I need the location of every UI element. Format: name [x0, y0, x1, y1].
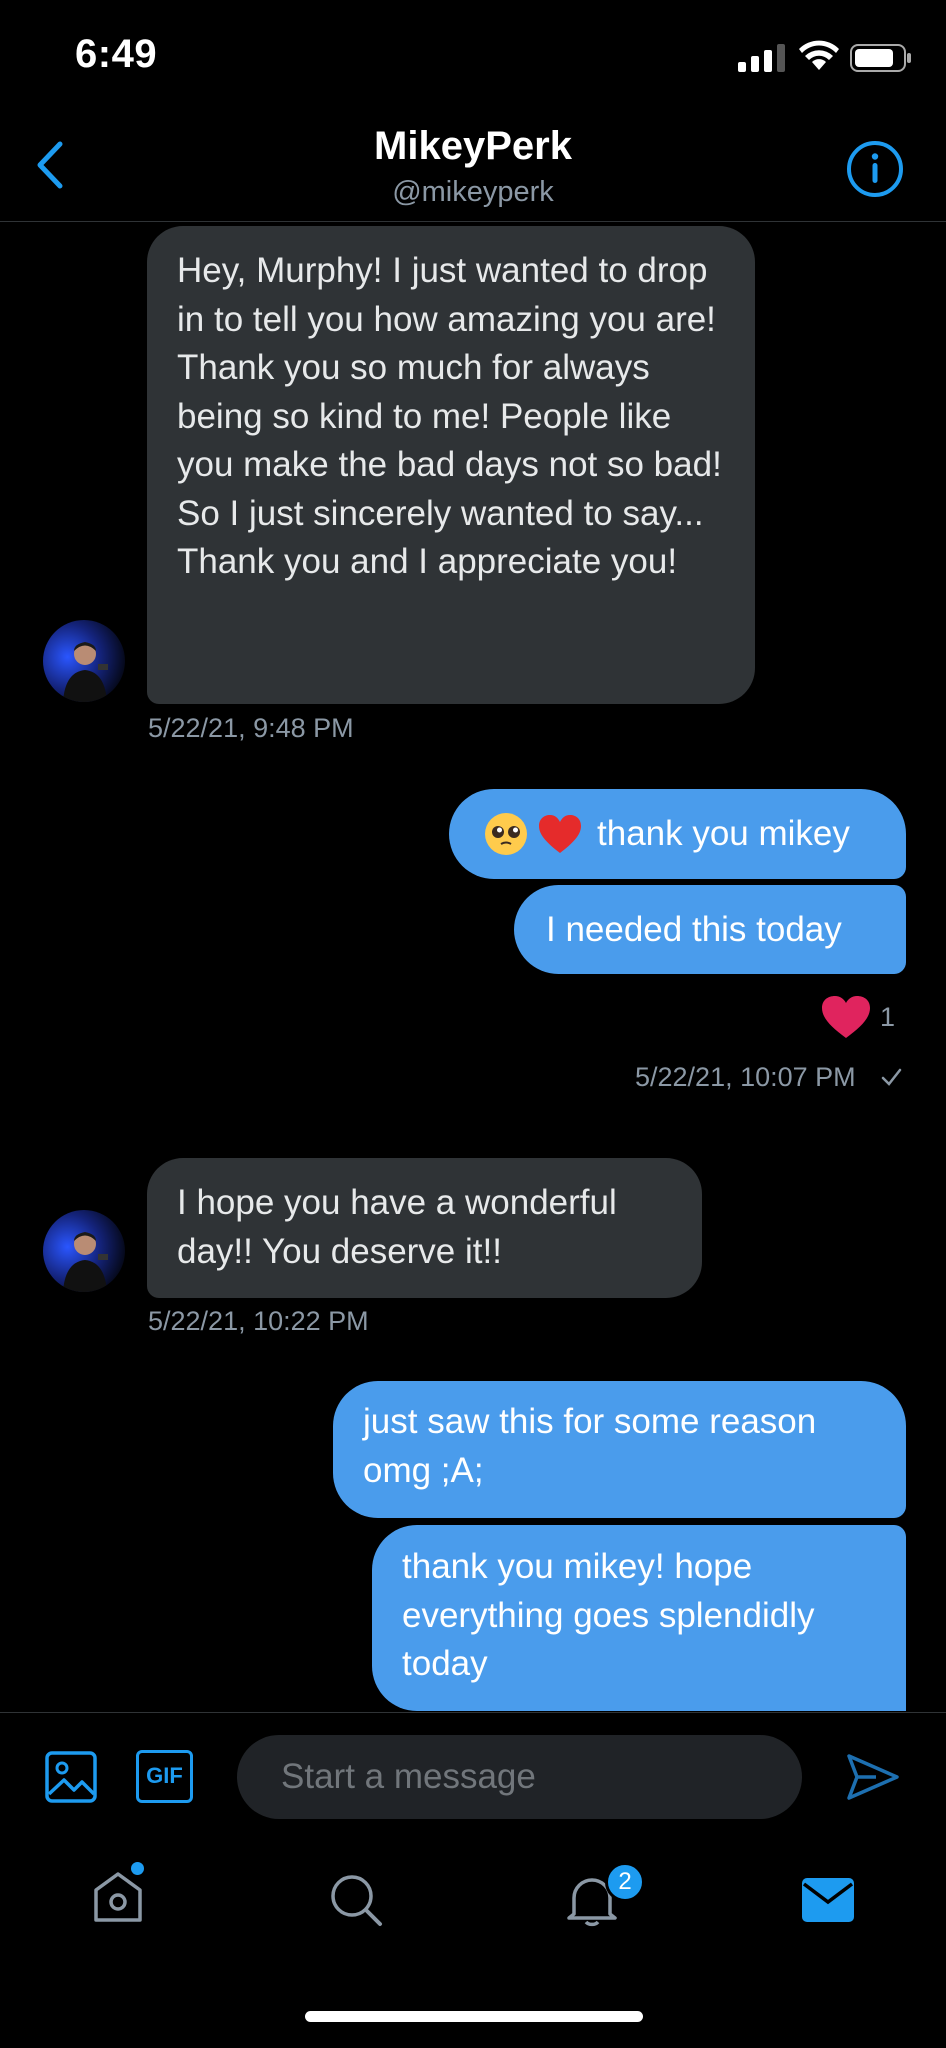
message-bubble-incoming[interactable]: Hey, Murphy! I just wanted to drop in to… [147, 226, 755, 704]
cellular-signal-icon [738, 44, 785, 72]
home-new-dot [131, 1862, 144, 1875]
message-bubble-outgoing[interactable]: thank you mikey [449, 789, 906, 879]
send-icon[interactable] [846, 1752, 900, 1802]
avatar-photo-icon [63, 1232, 108, 1292]
message-bubble-outgoing[interactable]: thank you mikey! hope everything goes sp… [372, 1525, 906, 1711]
status-time: 6:49 [75, 32, 158, 76]
battery-icon [850, 44, 911, 72]
heart-reaction-icon[interactable] [820, 994, 872, 1040]
compose-divider [0, 1712, 946, 1713]
red-heart-emoji-icon [539, 815, 581, 853]
message-timestamp: 5/22/21, 10:22 PM [148, 1306, 369, 1336]
wifi-icon [799, 40, 839, 70]
avatar[interactable] [43, 1210, 125, 1292]
conversation-handle: @mikeyperk [392, 176, 554, 208]
message-input[interactable]: Start a message [237, 1735, 802, 1819]
home-indicator [305, 2011, 643, 2022]
notifications-badge: 2 [605, 1862, 645, 1902]
reaction-count: 1 [880, 1002, 896, 1032]
message-bubble-incoming[interactable]: I hope you have a wonderful day!! You de… [147, 1158, 702, 1298]
message-timestamp: 5/22/21, 10:07 PM [635, 1062, 856, 1092]
avatar[interactable] [43, 620, 125, 702]
search-icon[interactable] [328, 1872, 384, 1928]
image-icon[interactable] [44, 1750, 98, 1804]
conversation-title[interactable]: MikeyPerk [0, 124, 946, 169]
pleading-face-emoji-icon [485, 813, 527, 855]
message-bubble-outgoing[interactable]: I needed this today [514, 885, 906, 974]
message-bubble-outgoing[interactable]: just saw this for some reason omg ;A; [333, 1381, 906, 1518]
sent-check-icon [881, 1068, 902, 1086]
message-text: thank you mikey [597, 813, 850, 853]
avatar-photo-icon [63, 642, 108, 702]
messages-mail-icon[interactable] [800, 1876, 856, 1924]
gif-button[interactable]: GIF [136, 1750, 193, 1803]
header-divider [0, 221, 946, 222]
info-icon[interactable] [846, 140, 904, 198]
message-timestamp: 5/22/21, 9:48 PM [148, 713, 354, 743]
home-icon[interactable] [90, 1868, 146, 1924]
